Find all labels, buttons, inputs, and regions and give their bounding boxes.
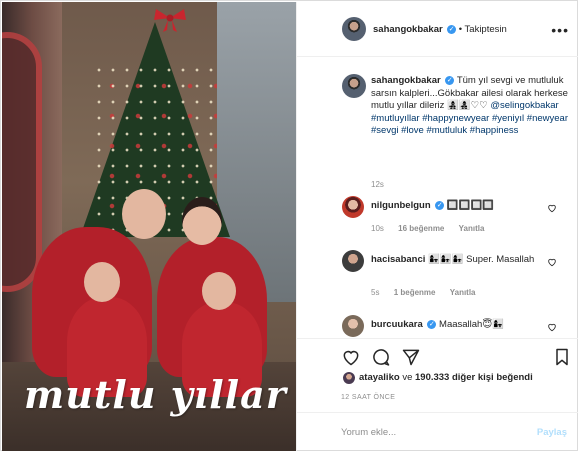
liker-username[interactable]: atayaliko xyxy=(359,372,400,383)
caption-mention[interactable]: @selingokbakar xyxy=(490,100,558,111)
comment-body: nilgunbelgun ✓ 🔲🔲🔲🔲 xyxy=(371,200,546,213)
photo-caption-text: mutlu yıllar xyxy=(24,372,287,417)
post-frame: mutlu yıllar sahangokbakar ✓ • Takiptesi… xyxy=(0,0,578,451)
mother-head xyxy=(182,197,222,245)
post-actions-bar xyxy=(297,338,578,372)
child-one-head xyxy=(84,262,120,302)
comment-reply[interactable]: Yanıtla xyxy=(459,224,485,233)
post-comment-button[interactable]: Paylaş xyxy=(537,427,567,438)
verified-badge-icon: ✓ xyxy=(447,25,457,35)
comment-heart-icon[interactable] xyxy=(547,322,557,332)
comment-avatar[interactable] xyxy=(342,196,364,218)
comment-likes[interactable]: 16 beğenme xyxy=(398,224,444,233)
caption-emojis: 👩‍👧‍👦👩‍👧‍👦♡♡ xyxy=(447,100,488,111)
caption-hashtag[interactable]: #sevgi xyxy=(371,125,398,136)
caption-username[interactable]: sahangokbakar xyxy=(371,75,441,86)
more-options-icon[interactable]: ••• xyxy=(551,22,569,38)
comment-body: hacisabanci 👩‍👧👩‍👧👩‍👧 Super. Masallah xyxy=(371,254,546,267)
post-timestamp[interactable]: 12 SAAT ÖNCE xyxy=(341,394,395,401)
likes-summary: atayaliko ve 190.333 diğer kişi beğendi xyxy=(359,372,533,383)
comment-text: 👩‍👧👩‍👧👩‍👧 Super. Masallah xyxy=(428,254,535,265)
author-avatar[interactable] xyxy=(342,17,366,41)
paper-plane-icon[interactable] xyxy=(401,347,421,367)
caption-hashtag[interactable]: #newyear xyxy=(527,113,568,124)
comment-heart-icon[interactable] xyxy=(547,203,557,213)
father-head xyxy=(122,189,166,239)
comment-heart-icon[interactable] xyxy=(547,257,557,267)
verified-badge-icon: ✓ xyxy=(427,319,437,329)
comment-meta: 5s 1 beğenme Yanıtla xyxy=(371,288,476,297)
comment-text: Maasallah😇👩‍👧 xyxy=(439,319,505,330)
comment-icon[interactable] xyxy=(371,347,391,367)
comment-reply[interactable]: Yanıtla xyxy=(450,288,476,297)
caption-block: sahangokbakar ✓ Tüm yıl sevgi ve mutlulu… xyxy=(371,75,571,138)
comment-username[interactable]: nilgunbelgun xyxy=(371,200,431,211)
caption-hashtag[interactable]: #love xyxy=(401,125,424,136)
comment-likes[interactable]: 1 beğenme xyxy=(394,288,436,297)
author-line: sahangokbakar ✓ • Takiptesin xyxy=(373,24,507,35)
tree-bow-icon xyxy=(154,9,186,32)
comment-meta: 10s 16 beğenme Yanıtla xyxy=(371,224,484,233)
caption-time: 12s xyxy=(371,180,384,189)
caption-hashtag[interactable]: #happynewyear xyxy=(422,113,489,124)
comment-time: 10s xyxy=(371,224,384,233)
caption-hashtag[interactable]: #yeniyıl xyxy=(492,113,524,124)
likes-connector: ve xyxy=(402,372,413,383)
comment-username[interactable]: burcuukara xyxy=(371,319,423,330)
comment-time: 5s xyxy=(371,288,380,297)
comment-avatar[interactable] xyxy=(342,250,364,272)
comment-input[interactable] xyxy=(341,423,521,441)
post-header: sahangokbakar ✓ • Takiptesin ••• xyxy=(297,2,578,57)
comment-text: 🔲🔲🔲🔲 xyxy=(446,200,495,211)
verified-badge-icon: ✓ xyxy=(435,200,445,210)
comment-avatar[interactable] xyxy=(342,315,364,337)
comments-scroll-area[interactable]: sahangokbakar ✓ Tüm yıl sevgi ve mutlulu… xyxy=(297,58,578,338)
add-comment-bar: Paylaş xyxy=(297,412,578,451)
heart-icon[interactable] xyxy=(341,347,361,367)
bookmark-icon[interactable] xyxy=(552,347,572,367)
post-side-panel: sahangokbakar ✓ • Takiptesin ••• sahango… xyxy=(296,2,578,451)
likes-suffix[interactable]: diğer kişi beğendi xyxy=(452,372,533,383)
caption-avatar[interactable] xyxy=(342,74,366,98)
family-group xyxy=(22,187,292,397)
caption-hashtag[interactable]: #mutluluk xyxy=(426,125,467,136)
comment-body: burcuukara ✓ Maasallah😇👩‍👧 xyxy=(371,319,546,332)
post-photo[interactable]: mutlu yıllar xyxy=(2,2,296,451)
liker-avatar[interactable] xyxy=(343,372,355,384)
follow-status[interactable]: Takiptesin xyxy=(465,24,507,35)
caption-hashtag[interactable]: #mutluyıllar xyxy=(371,113,420,124)
verified-badge-icon: ✓ xyxy=(445,75,455,85)
author-username[interactable]: sahangokbakar xyxy=(373,24,443,35)
caption-hashtag[interactable]: #happiness xyxy=(470,125,519,136)
comment-username[interactable]: hacisabanci xyxy=(371,254,425,265)
likes-count[interactable]: 190.333 xyxy=(415,372,449,383)
child-two-head xyxy=(202,272,236,310)
